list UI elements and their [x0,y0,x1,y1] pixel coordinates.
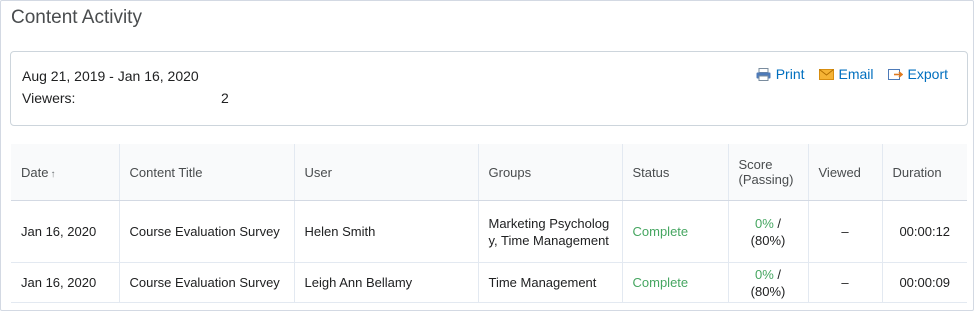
date-range: Aug 21, 2019 - Jan 16, 2020 [22,68,199,84]
column-header-content-title: Content Title [119,144,295,201]
table-header-row: Date ↑ Content Title User Groups Status S… [11,144,967,201]
cell-groups: Time Management [478,262,623,303]
cell-user: Leigh Ann Bellamy [294,262,479,303]
cell-score: 0% / (80%) [728,200,809,263]
cell-groups: Marketing Psychology, Time Management [478,200,623,263]
page-title: Content Activity [11,7,142,28]
email-label: Email [838,66,874,82]
cell-score: 0% / (80%) [728,262,809,303]
column-header-date[interactable]: Date ↑ [11,144,120,201]
cell-viewed: – [808,200,883,263]
column-header-viewed: Viewed [808,144,883,201]
cell-content-title: Course Evaluation Survey [119,200,295,263]
export-label: Export [907,66,948,82]
cell-user: Helen Smith [294,200,479,263]
cell-viewed: – [808,262,883,303]
content-activity-panel: Content Activity Aug 21, 2019 - Jan 16, … [0,0,974,311]
export-icon [887,68,903,81]
column-header-date-label: Date [21,164,49,180]
viewers-count: 2 [221,90,229,106]
column-header-status: Status [622,144,729,201]
cell-duration: 00:00:09 [882,262,967,303]
table-row: Jan 16, 2020 Course Evaluation Survey He… [11,200,967,263]
printer-icon [756,67,771,81]
cell-content-title: Course Evaluation Survey [119,262,295,303]
score-header-line1: Score [738,157,773,172]
column-header-score: Score (Passing) [728,144,809,201]
viewers-label: Viewers: [22,90,76,106]
summary-box: Aug 21, 2019 - Jan 16, 2020 Viewers: 2 P… [10,51,968,126]
score-value: 0% [754,215,774,231]
column-header-groups: Groups [478,144,623,201]
action-bar: Print Email Export [756,66,948,82]
export-button[interactable]: Export [887,66,948,82]
print-button[interactable]: Print [756,66,805,82]
cell-status: Complete [622,262,729,303]
score-value: 0% [754,266,774,282]
table-row: Jan 16, 2020 Course Evaluation Survey Le… [11,262,967,303]
sort-ascending-icon: ↑ [50,168,56,180]
activity-table: Date ↑ Content Title User Groups Status S… [11,144,967,303]
cell-duration: 00:00:12 [882,200,967,263]
cell-date: Jan 16, 2020 [11,200,120,263]
cell-date: Jan 16, 2020 [11,262,120,303]
column-header-user: User [294,144,479,201]
print-label: Print [775,66,805,82]
email-button[interactable]: Email [818,66,874,82]
score-header-line2: (Passing) [738,172,794,187]
column-header-duration: Duration [882,144,967,201]
cell-status: Complete [622,200,729,263]
envelope-icon [818,68,834,81]
